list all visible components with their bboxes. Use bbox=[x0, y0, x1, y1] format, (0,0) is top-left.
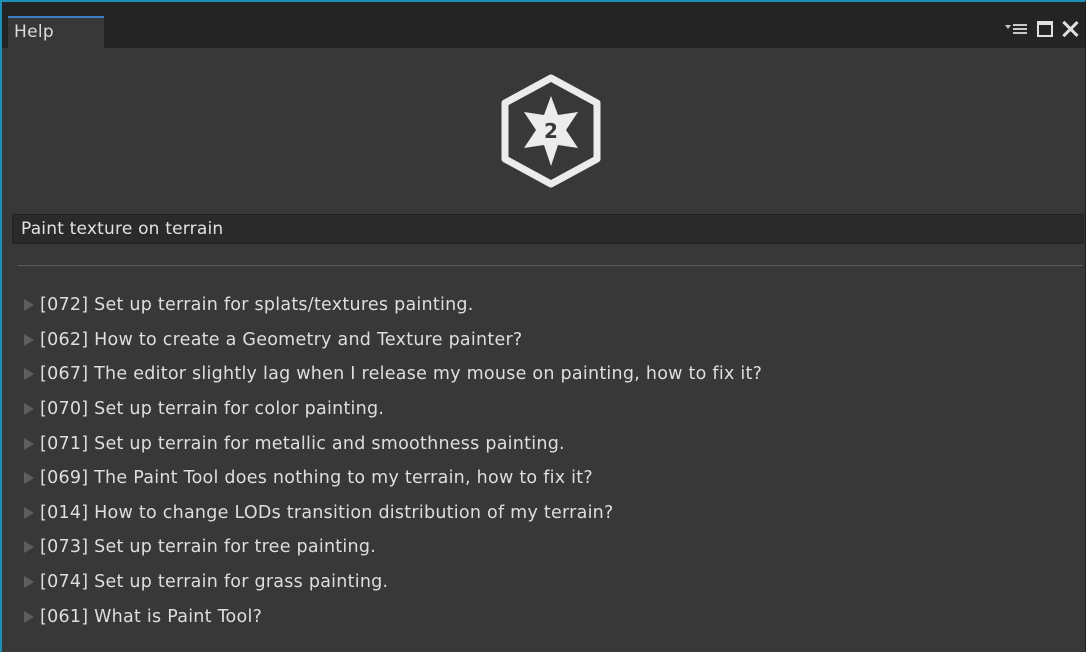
list-item[interactable]: [072] Set up terrain for splats/textures… bbox=[22, 288, 762, 323]
title-bar: Help bbox=[2, 2, 1085, 48]
expand-arrow-icon[interactable] bbox=[24, 610, 34, 623]
expand-arrow-icon[interactable] bbox=[24, 368, 34, 381]
list-item[interactable]: [062] How to create a Geometry and Textu… bbox=[22, 323, 762, 358]
list-item-label: [062] How to create a Geometry and Textu… bbox=[40, 329, 523, 350]
expand-arrow-icon[interactable] bbox=[24, 403, 34, 416]
list-item[interactable]: [061] What is Paint Tool? bbox=[22, 599, 762, 634]
list-item-label: [069] The Paint Tool does nothing to my … bbox=[40, 468, 593, 489]
star-hexagon-logo-icon: 2 bbox=[501, 74, 601, 188]
expand-arrow-icon[interactable] bbox=[24, 333, 34, 346]
results-list: [072] Set up terrain for splats/textures… bbox=[22, 288, 762, 634]
maximize-icon[interactable] bbox=[1037, 21, 1053, 37]
help-window: Help 2 Paint texture on terrain [072] Se… bbox=[0, 0, 1086, 652]
expand-arrow-icon[interactable] bbox=[24, 506, 34, 519]
expand-arrow-icon[interactable] bbox=[24, 472, 34, 485]
search-input[interactable]: Paint texture on terrain bbox=[12, 214, 1084, 244]
expand-arrow-icon[interactable] bbox=[24, 576, 34, 589]
list-item-label: [072] Set up terrain for splats/textures… bbox=[40, 295, 474, 316]
list-item[interactable]: [071] Set up terrain for metallic and sm… bbox=[22, 426, 762, 461]
expand-arrow-icon[interactable] bbox=[24, 437, 34, 450]
window-controls bbox=[1005, 16, 1079, 42]
list-item[interactable]: [074] Set up terrain for grass painting. bbox=[22, 565, 762, 600]
list-item[interactable]: [067] The editor slightly lag when I rel… bbox=[22, 357, 762, 392]
list-item-label: [070] Set up terrain for color painting. bbox=[40, 399, 385, 420]
close-icon[interactable] bbox=[1061, 20, 1079, 38]
list-item[interactable]: [069] The Paint Tool does nothing to my … bbox=[22, 461, 762, 496]
list-item-label: [014] How to change LODs transition dist… bbox=[40, 502, 614, 523]
list-item[interactable]: [014] How to change LODs transition dist… bbox=[22, 496, 762, 531]
logo-badge-text: 2 bbox=[544, 119, 558, 143]
expand-arrow-icon[interactable] bbox=[24, 299, 34, 312]
context-menu-icon[interactable] bbox=[1005, 20, 1029, 38]
list-item-label: [073] Set up terrain for tree painting. bbox=[40, 537, 377, 558]
list-item[interactable]: [073] Set up terrain for tree painting. bbox=[22, 530, 762, 565]
divider bbox=[18, 265, 1083, 266]
list-item-label: [067] The editor slightly lag when I rel… bbox=[40, 364, 763, 385]
list-item-label: [074] Set up terrain for grass painting. bbox=[40, 572, 389, 593]
tab-help[interactable]: Help bbox=[8, 16, 104, 48]
list-item-label: [061] What is Paint Tool? bbox=[40, 606, 263, 627]
list-item[interactable]: [070] Set up terrain for color painting. bbox=[22, 392, 762, 427]
list-item-label: [071] Set up terrain for metallic and sm… bbox=[40, 433, 565, 454]
expand-arrow-icon[interactable] bbox=[24, 541, 34, 554]
